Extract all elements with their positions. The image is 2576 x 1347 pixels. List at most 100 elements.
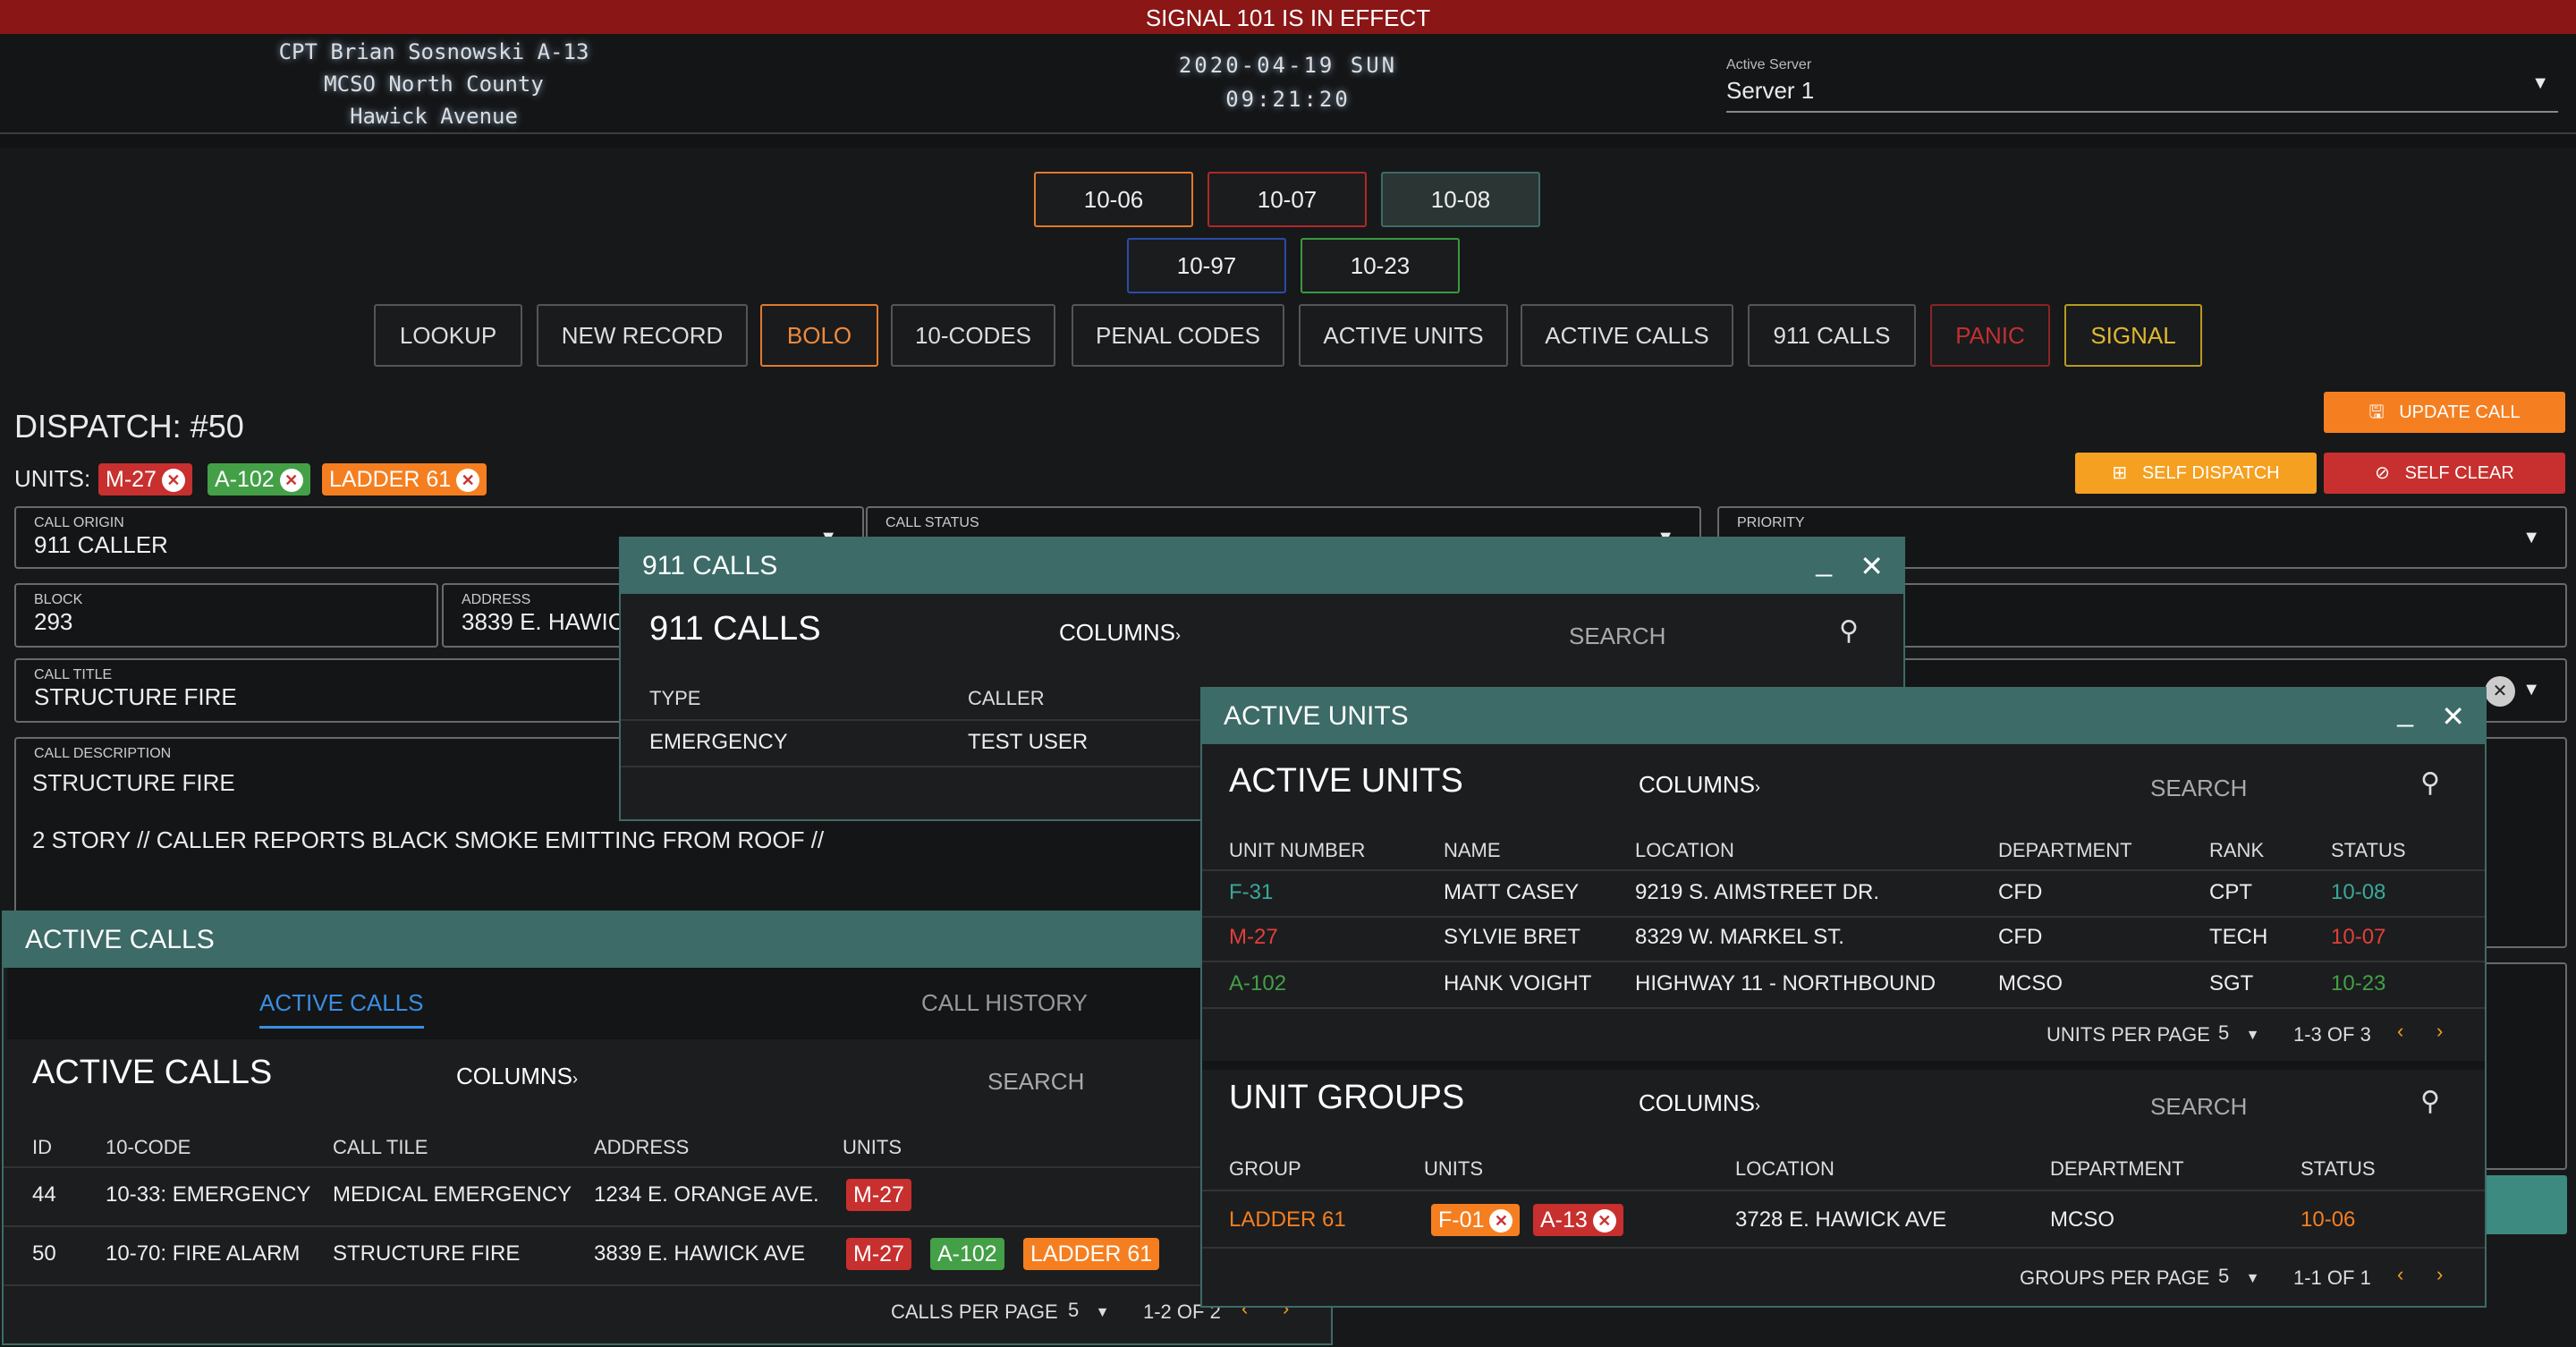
nav-signal-button[interactable]: SIGNAL bbox=[2064, 304, 2202, 367]
minimize-icon[interactable]: _ bbox=[2397, 683, 2413, 739]
close-icon[interactable]: ✕ bbox=[456, 469, 480, 492]
per-page-select[interactable]: 5 ▼ bbox=[2218, 1021, 2259, 1045]
per-page-select[interactable]: 5 ▼ bbox=[2218, 1265, 2259, 1288]
nav-bolo-button[interactable]: BOLO bbox=[760, 304, 878, 367]
minimize-icon[interactable]: _ bbox=[1816, 533, 1832, 589]
unit-chip[interactable]: A-13 ✕ bbox=[1533, 1204, 1623, 1236]
close-icon[interactable]: ✕ bbox=[161, 469, 185, 492]
column-header[interactable]: GROUP bbox=[1229, 1157, 1301, 1181]
nav-10-codes-button[interactable]: 10-CODES bbox=[891, 304, 1055, 367]
column-header[interactable]: UNITS bbox=[843, 1136, 902, 1159]
tab-call-history[interactable]: CALL HISTORY bbox=[921, 989, 1088, 1017]
window-title-bar[interactable]: ACTIVE UNITS _ ✕ bbox=[1202, 689, 2485, 744]
per-page-select[interactable]: 5 ▼ bbox=[1068, 1299, 1109, 1322]
nav-penal-codes-button[interactable]: PENAL CODES bbox=[1072, 304, 1284, 367]
unit-chip[interactable]: M-27 bbox=[846, 1179, 911, 1211]
self-clear-button[interactable]: ⊘ SELF CLEAR bbox=[2324, 453, 2565, 494]
close-icon[interactable]: ✕ bbox=[279, 469, 303, 492]
column-header[interactable]: UNIT NUMBER bbox=[1229, 839, 1365, 862]
column-header[interactable]: DEPARTMENT bbox=[2050, 1157, 2184, 1181]
search-input[interactable]: SEARCH bbox=[987, 1068, 1084, 1096]
column-header[interactable]: NAME bbox=[1444, 839, 1501, 862]
nav-active-calls-button[interactable]: ACTIVE CALLS bbox=[1521, 304, 1733, 367]
column-header[interactable]: ADDRESS bbox=[594, 1136, 689, 1159]
clear-icon[interactable]: ✕ bbox=[2485, 676, 2515, 707]
status-button-10-06[interactable]: 10-06 bbox=[1034, 172, 1193, 227]
column-header[interactable]: LOCATION bbox=[1735, 1157, 1835, 1181]
search-icon[interactable]: ⚲ bbox=[1839, 615, 1859, 647]
table-cell: EMERGENCY bbox=[649, 730, 788, 754]
unit-chip[interactable]: A-102 bbox=[930, 1238, 1004, 1270]
window-title-bar[interactable]: ACTIVE CALLS bbox=[4, 912, 1331, 968]
status-button-10-23[interactable]: 10-23 bbox=[1301, 238, 1460, 293]
column-header[interactable]: STATUS bbox=[2301, 1157, 2376, 1181]
unit-chip[interactable]: M-27 bbox=[846, 1238, 911, 1270]
block-field[interactable]: BLOCK 293 bbox=[14, 583, 438, 648]
table-cell: CFD bbox=[1998, 925, 2043, 949]
update-call-button[interactable]: 🖫 UPDATE CALL bbox=[2324, 392, 2565, 433]
window-title-bar[interactable]: 911 CALLS _ ✕ bbox=[621, 538, 1903, 594]
status-button-10-07[interactable]: 10-07 bbox=[1208, 172, 1367, 227]
unit-number[interactable]: A-102 bbox=[1229, 971, 1286, 996]
nav-active-units-button[interactable]: ACTIVE UNITS bbox=[1299, 304, 1508, 367]
table-cell: MCSO bbox=[1998, 971, 2063, 995]
columns-button[interactable]: COLUMNS› bbox=[1639, 771, 1760, 799]
user-name: CPT Brian Sosnowski A-13 bbox=[278, 39, 589, 64]
columns-button[interactable]: COLUMNS› bbox=[1059, 619, 1181, 647]
unit-chip[interactable]: LADDER 61 ✕ bbox=[322, 463, 487, 496]
status-button-10-08[interactable]: 10-08 bbox=[1381, 172, 1540, 227]
search-input[interactable]: SEARCH bbox=[2150, 1093, 2247, 1121]
columns-label: COLUMNS bbox=[456, 1063, 573, 1089]
column-header[interactable]: CALL TILE bbox=[333, 1136, 428, 1159]
search-icon[interactable]: ⚲ bbox=[2420, 1086, 2440, 1117]
column-header[interactable]: RANK bbox=[2209, 839, 2264, 862]
column-header[interactable]: ID bbox=[32, 1136, 52, 1159]
window-title: ACTIVE CALLS bbox=[25, 925, 215, 954]
close-icon[interactable]: ✕ bbox=[1860, 538, 1884, 594]
chevron-down-icon: ▼ bbox=[2531, 73, 2549, 93]
status-button-10-97[interactable]: 10-97 bbox=[1127, 238, 1286, 293]
unit-number[interactable]: F-31 bbox=[1229, 880, 1273, 905]
server-label: Active Server bbox=[1726, 57, 1812, 72]
close-icon[interactable]: ✕ bbox=[2441, 689, 2465, 744]
close-icon[interactable]: ✕ bbox=[1592, 1209, 1616, 1233]
prev-page-icon[interactable]: ‹ bbox=[2397, 1020, 2403, 1043]
self-dispatch-button[interactable]: ⊞ SELF DISPATCH bbox=[2075, 453, 2317, 494]
unit-chip[interactable]: A-102 ✕ bbox=[208, 463, 310, 496]
nav-lookup-button[interactable]: LOOKUP bbox=[374, 304, 522, 367]
columns-button[interactable]: COLUMNS› bbox=[1639, 1089, 1760, 1117]
unit-chip-label: A-102 bbox=[215, 467, 275, 492]
column-header[interactable]: STATUS bbox=[2331, 839, 2406, 862]
tab-active-calls[interactable]: ACTIVE CALLS bbox=[259, 989, 424, 1029]
unit-number[interactable]: M-27 bbox=[1229, 925, 1278, 950]
chevron-right-icon: › bbox=[1755, 1097, 1761, 1114]
column-header[interactable]: UNITS bbox=[1424, 1157, 1483, 1181]
close-icon[interactable]: ✕ bbox=[1489, 1209, 1513, 1233]
self-clear-label: SELF CLEAR bbox=[2404, 463, 2514, 483]
unit-chip[interactable]: F-01 ✕ bbox=[1431, 1204, 1521, 1236]
column-header[interactable]: CALLER bbox=[968, 687, 1045, 710]
nav-panic-button[interactable]: PANIC bbox=[1930, 304, 2050, 367]
next-page-icon[interactable]: › bbox=[2436, 1020, 2443, 1043]
nav-911-calls-button[interactable]: 911 CALLS bbox=[1748, 304, 1916, 367]
column-header[interactable]: LOCATION bbox=[1635, 839, 1734, 862]
ban-icon: ⊘ bbox=[2375, 463, 2390, 483]
unit-chip[interactable]: M-27 ✕ bbox=[98, 463, 192, 496]
table-cell: 44 bbox=[32, 1182, 56, 1207]
next-page-icon[interactable]: › bbox=[2436, 1263, 2443, 1286]
column-header[interactable]: DEPARTMENT bbox=[1998, 839, 2132, 862]
search-input[interactable]: SEARCH bbox=[1569, 623, 1665, 650]
columns-button[interactable]: COLUMNS› bbox=[456, 1063, 578, 1090]
unit-chip[interactable]: LADDER 61 bbox=[1023, 1238, 1160, 1270]
search-icon[interactable]: ⚲ bbox=[2420, 767, 2440, 799]
column-header[interactable]: TYPE bbox=[649, 687, 700, 710]
server-select[interactable]: Active Server Server 1 ▼ bbox=[1726, 57, 2558, 113]
chevron-right-icon: › bbox=[1175, 626, 1182, 644]
prev-page-icon[interactable]: ‹ bbox=[2397, 1263, 2403, 1286]
search-input[interactable]: SEARCH bbox=[2150, 775, 2247, 802]
address-label: ADDRESS bbox=[462, 592, 531, 607]
status-cell: 10-07 bbox=[2331, 925, 2386, 949]
group-name[interactable]: LADDER 61 bbox=[1229, 1207, 1346, 1233]
column-header[interactable]: 10-CODE bbox=[106, 1136, 191, 1159]
nav-new-record-button[interactable]: NEW RECORD bbox=[537, 304, 748, 367]
